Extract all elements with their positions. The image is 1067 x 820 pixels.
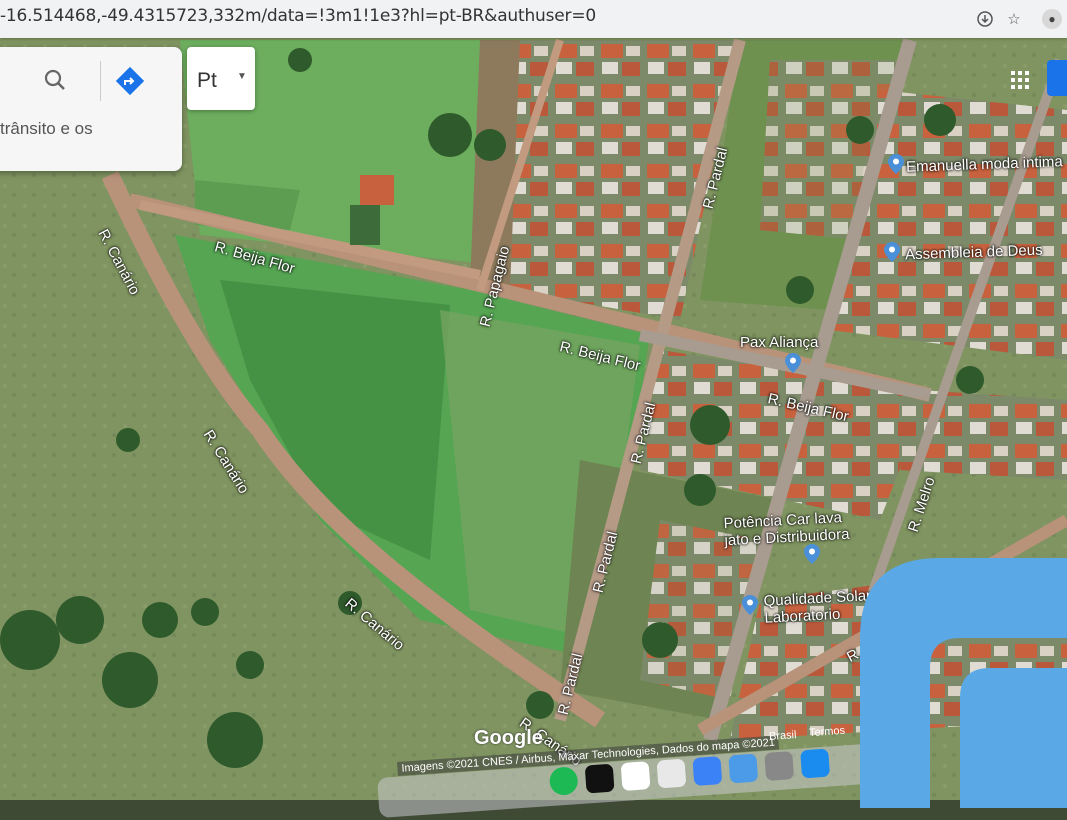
search-divider [100,61,101,101]
place-label-qualidade[interactable]: Qualidade Solar Laboratorio [763,587,872,627]
place-pin-icon[interactable] [785,353,801,373]
place-label-potencia[interactable]: Potência Car lava jato e Distribuidora [723,509,850,549]
photos-icon[interactable] [620,761,651,792]
place-pin-icon[interactable] [888,154,904,174]
watermark-logo-icon [860,558,1067,808]
preview-icon[interactable] [656,758,687,789]
app-store-icon[interactable] [800,748,831,779]
star-icon[interactable]: ☆ [1004,9,1024,29]
place-pin-icon[interactable] [742,595,758,615]
search-panel[interactable]: trânsito e os [0,47,182,171]
chevron-down-icon: ▼ [237,71,247,82]
apple-tv-icon[interactable] [584,763,615,794]
finder-icon[interactable] [728,753,759,784]
system-preferences-icon[interactable] [764,751,795,781]
layer-button-label: Pt [197,69,217,92]
url-text[interactable]: -16.514468,-49.4315723,332m/data=!3m1!1e… [0,6,596,26]
search-hint-text: trânsito e os [0,119,93,138]
sign-in-button[interactable] [1047,60,1067,96]
download-icon[interactable] [975,9,995,29]
keynote-icon[interactable] [692,756,723,786]
place-label-pax[interactable]: Pax Aliança [740,334,818,351]
apps-grid-icon[interactable] [1010,70,1030,90]
directions-icon[interactable] [114,65,146,97]
place-pin-icon[interactable] [884,242,900,262]
place-pin-icon[interactable] [804,544,820,564]
search-icon[interactable] [44,69,66,91]
profile-icon[interactable]: ● [1042,9,1062,29]
layer-button[interactable]: Pt ▼ [187,47,255,110]
browser-url-bar[interactable]: -16.514468,-49.4315723,332m/data=!3m1!1e… [0,0,1067,38]
